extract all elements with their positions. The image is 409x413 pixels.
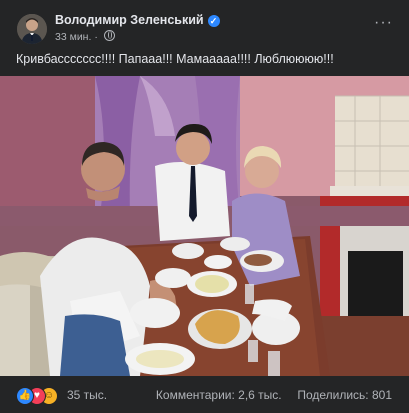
verified-badge-icon: ✓ [207, 14, 220, 27]
facebook-post: Володимир Зеленський ✓ 33 мин. · ··· Крив… [0, 0, 409, 413]
more-options-button[interactable]: ··· [374, 14, 393, 32]
post-text: Кривбассссссс!!!! Папааа!!! Мамааааа!!!!… [16, 52, 334, 66]
engagement-stats: Комментарии: 2,6 тыс. Поделились: 801 [156, 388, 392, 402]
post-header: Володимир Зеленський ✓ 33 мин. · ··· [0, 0, 409, 46]
meta-separator: · [94, 31, 98, 43]
author-avatar[interactable] [17, 14, 47, 44]
reaction-count[interactable]: 35 тыс. [67, 388, 107, 402]
shares-count[interactable]: Поделились: 801 [297, 388, 392, 402]
comments-count[interactable]: Комментарии: 2,6 тыс. [156, 388, 282, 402]
post-timestamp[interactable]: 33 мин. [55, 31, 91, 43]
post-meta: 33 мин. · [55, 30, 115, 43]
post-footer: 👍 ♥ ☺ 35 тыс. Комментарии: 2,6 тыс. Поде… [0, 378, 409, 413]
like-icon: 👍 [16, 387, 34, 405]
globe-icon[interactable] [103, 30, 115, 41]
post-photo[interactable] [0, 76, 409, 376]
author-name-text[interactable]: Володимир Зеленський [55, 13, 204, 27]
author-name[interactable]: Володимир Зеленський ✓ [55, 13, 220, 27]
